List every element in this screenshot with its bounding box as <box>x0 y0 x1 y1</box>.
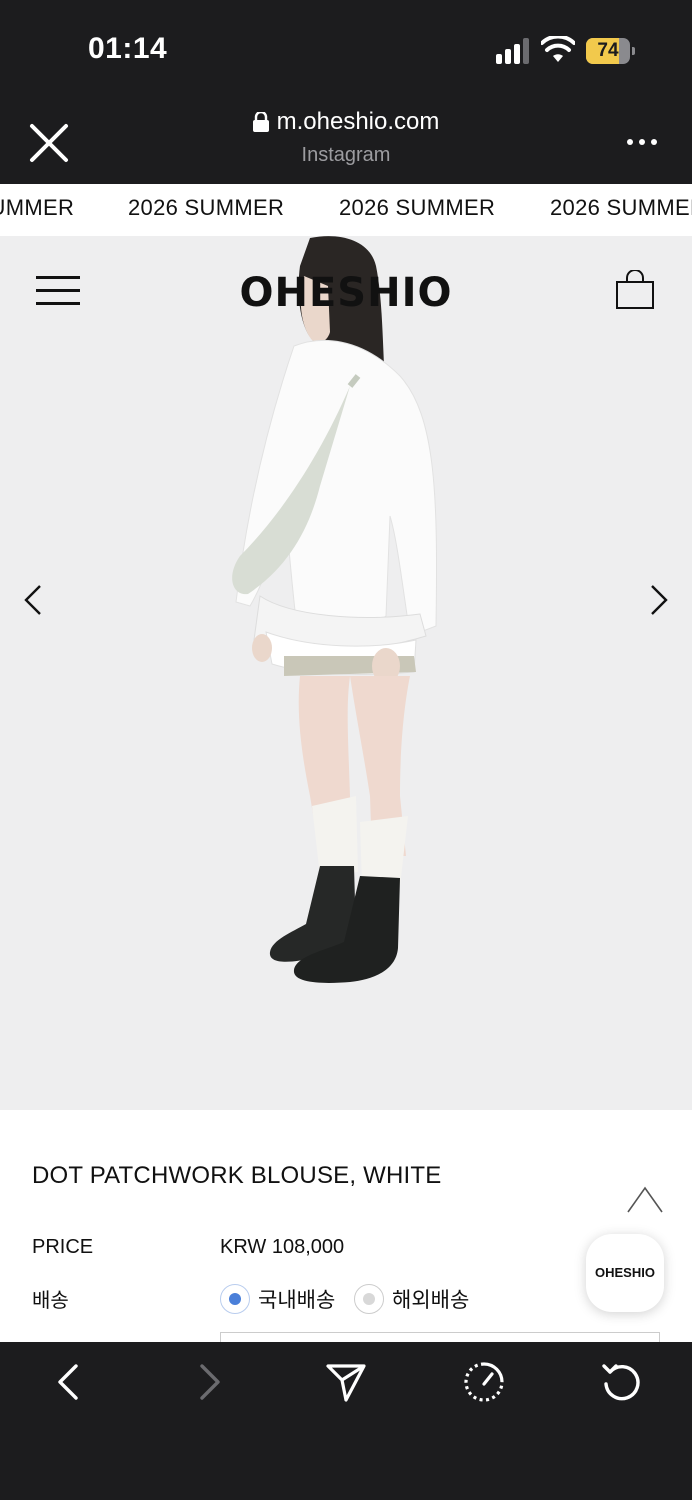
cellular-signal-icon <box>496 38 529 64</box>
url-display[interactable]: m.oheshio.com <box>146 108 546 138</box>
battery-tip <box>632 47 635 55</box>
wifi-icon <box>541 36 575 62</box>
announcement-marquee: 2026 SUMMER 2026 SUMMER 2026 SUMMER 2026… <box>0 184 692 236</box>
lock-icon <box>252 112 269 132</box>
marquee-item: 2026 SUMMER <box>0 195 75 220</box>
shopping-bag-icon[interactable] <box>614 270 656 310</box>
radio-dot <box>363 1293 375 1305</box>
site-logo[interactable]: OHESHIO <box>0 270 692 316</box>
share-icon[interactable] <box>324 1360 368 1404</box>
forward-icon[interactable] <box>186 1360 230 1404</box>
battery-body: 74 <box>586 38 630 64</box>
battery-percent: 74 <box>597 40 619 61</box>
shipping-overseas-radio[interactable] <box>354 1284 384 1314</box>
battery-indicator: 74 <box>586 38 635 64</box>
shipping-overseas-label[interactable]: 해외배송 <box>392 1284 469 1314</box>
close-icon[interactable] <box>28 122 70 164</box>
marquee-item: 2026 SUMMER <box>339 195 496 220</box>
price-value: KRW 108,000 <box>220 1236 345 1258</box>
refresh-icon[interactable] <box>600 1360 644 1404</box>
shipping-domestic-radio[interactable] <box>220 1284 250 1314</box>
product-image-carousel[interactable]: OHESHIO <box>0 236 692 1110</box>
product-info-panel: DOT PATCHWORK BLOUSE, WHITE PRICE KRW 10… <box>0 1110 692 1344</box>
carousel-next-icon[interactable] <box>646 584 672 616</box>
browser-toolbar <box>0 1342 692 1500</box>
status-time: 01:14 <box>88 32 168 65</box>
shipping-domestic-label[interactable]: 국내배송 <box>258 1284 335 1314</box>
product-title: DOT PATCHWORK BLOUSE, WHITE <box>32 1162 442 1189</box>
url-text: m.oheshio.com <box>276 108 440 135</box>
source-app-label: Instagram <box>301 144 391 166</box>
floating-brand-button[interactable]: OHESHIO <box>586 1234 664 1312</box>
in-app-browser-header: m.oheshio.com Instagram <box>0 96 692 184</box>
status-bar: 01:14 74 <box>0 0 692 96</box>
product-photo <box>232 236 438 983</box>
back-icon[interactable] <box>48 1360 92 1404</box>
marquee-item: 2026 SUMMER <box>550 195 692 220</box>
price-label: PRICE <box>32 1236 94 1258</box>
carousel-prev-icon[interactable] <box>20 584 46 616</box>
more-icon[interactable] <box>626 136 658 148</box>
radio-dot <box>229 1293 241 1305</box>
speed-icon[interactable] <box>462 1360 506 1404</box>
marquee-item: 2026 SUMMER <box>128 195 285 220</box>
scroll-to-top-icon[interactable] <box>626 1186 664 1214</box>
shipping-label: 배송 <box>32 1290 69 1312</box>
